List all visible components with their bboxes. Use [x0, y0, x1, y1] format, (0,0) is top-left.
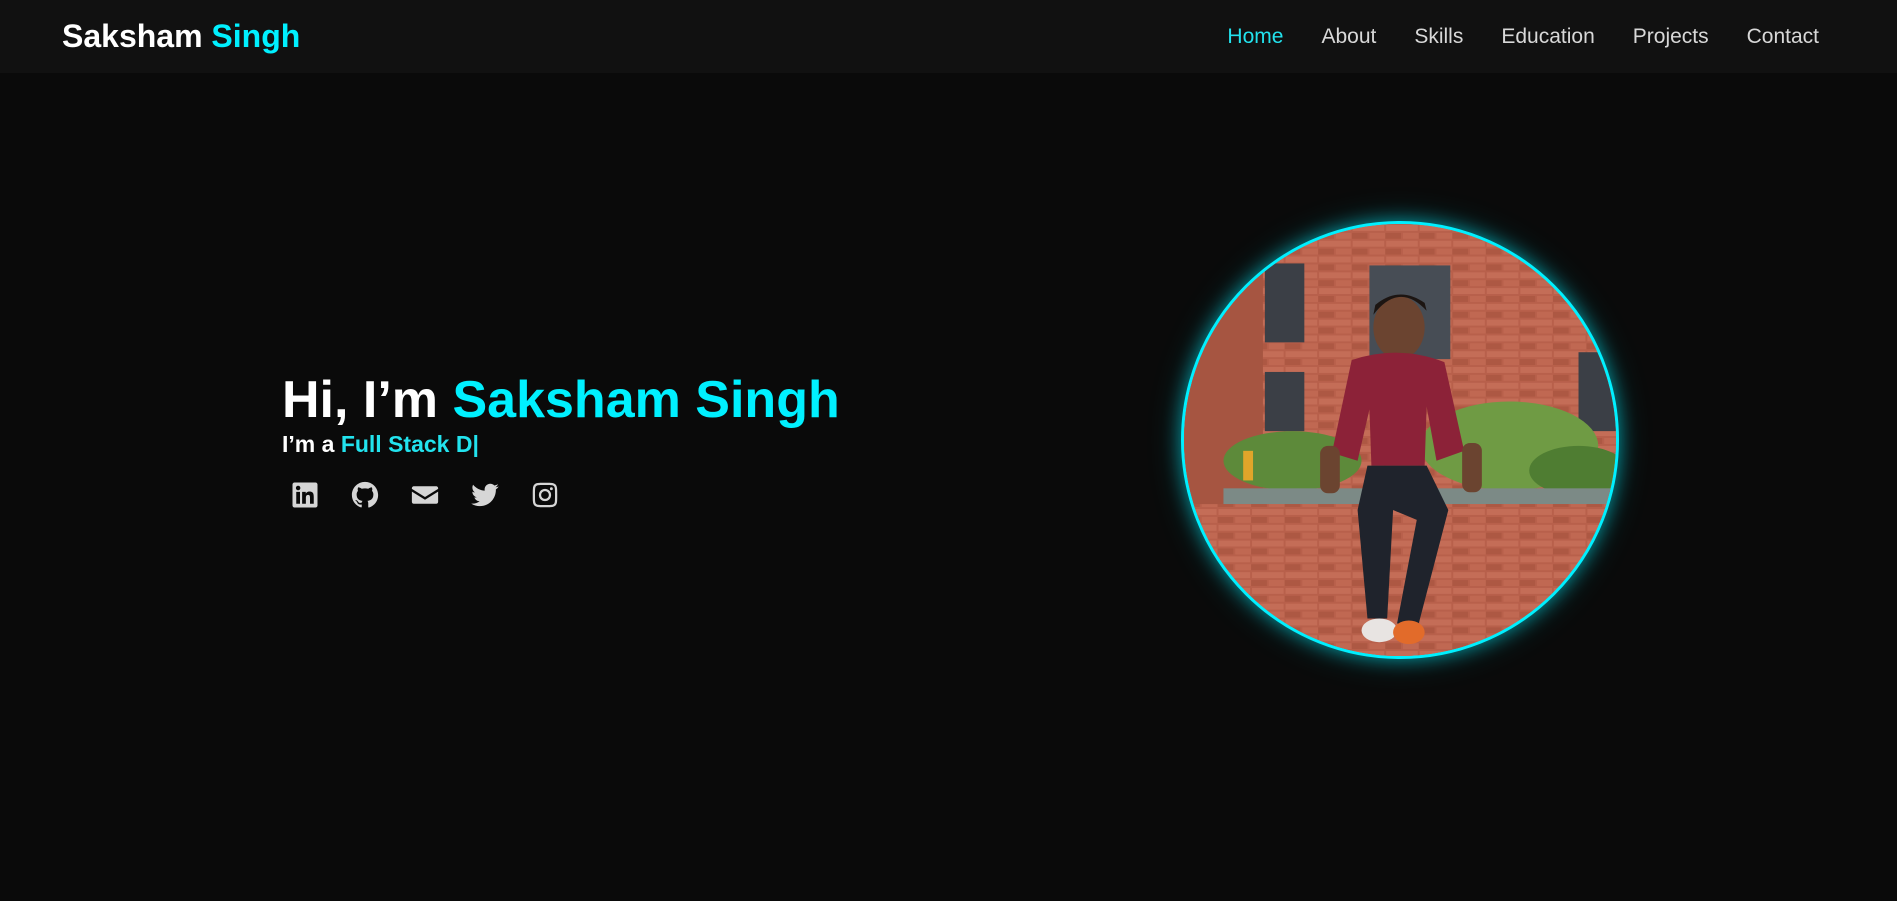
hero-subtitle: I’m a Full Stack D|: [282, 430, 840, 458]
twitter-icon[interactable]: [470, 480, 500, 510]
nav-skills[interactable]: Skills: [1414, 25, 1463, 49]
nav-contact[interactable]: Contact: [1747, 25, 1819, 49]
mail-icon[interactable]: [410, 480, 440, 510]
nav-home[interactable]: Home: [1227, 25, 1283, 49]
nav-education[interactable]: Education: [1501, 25, 1594, 49]
hero-greeting: Hi, I’m: [282, 371, 439, 429]
hero-title: Hi, I’m Saksham Singh: [282, 368, 840, 432]
brand-last: Singh: [211, 18, 301, 54]
github-icon[interactable]: [350, 480, 380, 510]
navbar: Saksham Singh Home About Skills Educatio…: [0, 0, 1897, 73]
profile-photo: [1181, 221, 1619, 659]
nav-about[interactable]: About: [1321, 25, 1376, 49]
brand-first: Saksham: [62, 18, 203, 54]
hero-role-prefix: I’m a: [282, 431, 335, 457]
instagram-icon[interactable]: [530, 480, 560, 510]
hero-role-typed: Full Stack D|: [340, 431, 479, 457]
nav-links: Home About Skills Education Projects Con…: [1189, 25, 1819, 49]
nav-projects[interactable]: Projects: [1633, 25, 1709, 49]
hero-name: Saksham Singh: [452, 371, 840, 429]
profile-photo-illustration: [1184, 224, 1616, 656]
linkedin-icon[interactable]: [290, 480, 320, 510]
brand-logo[interactable]: Saksham Singh: [62, 18, 300, 55]
social-links: [290, 480, 840, 510]
hero-section: Hi, I’m Saksham Singh I’m a Full Stack D…: [282, 368, 840, 510]
